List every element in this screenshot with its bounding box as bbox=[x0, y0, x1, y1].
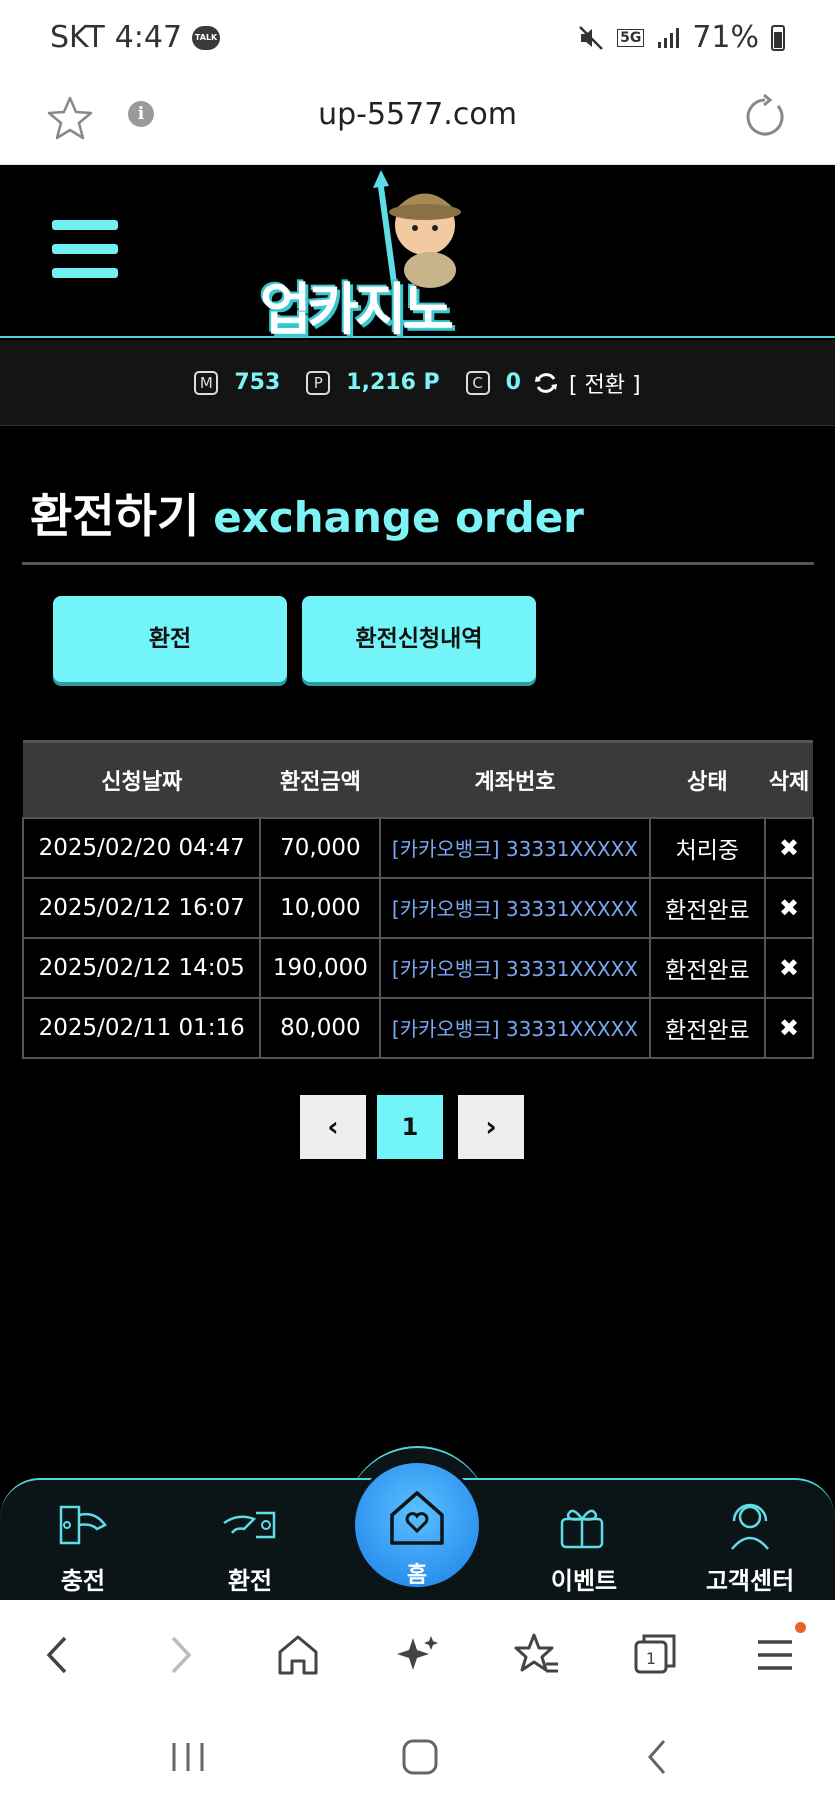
row-account: [카카오뱅크] 33331XXXXX bbox=[379, 936, 651, 999]
point-value: 1,216 P bbox=[346, 370, 440, 395]
url-text[interactable]: up-5577.com bbox=[0, 97, 835, 132]
header-delete: 삭제 bbox=[765, 740, 813, 818]
row-date: 2025/02/12 14:05 bbox=[21, 936, 262, 999]
nav-exchange[interactable]: 환전 bbox=[190, 1495, 310, 1596]
back-icon[interactable] bbox=[33, 1630, 83, 1680]
delete-icon[interactable]: ✖ bbox=[764, 876, 814, 939]
site-header: 업카지노 bbox=[0, 165, 835, 343]
exchange-button[interactable]: 환전 bbox=[53, 596, 287, 682]
menu-icon[interactable] bbox=[52, 220, 120, 278]
battery-icon bbox=[771, 24, 785, 51]
header-account: 계좌번호 bbox=[380, 740, 650, 818]
points-bar: M 753 P 1,216 P C 0 [ 전환 ] bbox=[0, 340, 835, 426]
page-title-korean: 환전하기 bbox=[30, 489, 200, 543]
delete-icon[interactable]: ✖ bbox=[764, 936, 814, 999]
menu-lines-icon[interactable] bbox=[750, 1630, 800, 1680]
nav-home-button[interactable]: 홈 bbox=[352, 1460, 482, 1590]
carrier-label: SKT bbox=[50, 20, 105, 55]
bookmarks-icon[interactable] bbox=[512, 1630, 562, 1680]
table-row: 2025/02/12 16:07 10,000 [카카오뱅크] 33331XXX… bbox=[21, 876, 814, 939]
reload-icon[interactable] bbox=[740, 92, 790, 142]
next-page-button[interactable]: › bbox=[458, 1095, 524, 1159]
status-bar: SKT 4:47 TALK 5G 71% bbox=[0, 0, 835, 75]
clock: 4:47 bbox=[114, 20, 183, 55]
prev-page-button[interactable]: ‹ bbox=[300, 1095, 366, 1159]
row-amount: 190,000 bbox=[259, 936, 382, 999]
row-account: [카카오뱅크] 33331XXXXX bbox=[379, 816, 651, 879]
nav-exchange-label: 환전 bbox=[227, 1567, 273, 1595]
page-1-button[interactable]: 1 bbox=[377, 1095, 443, 1159]
home-heart-icon bbox=[390, 1491, 444, 1545]
row-amount: 10,000 bbox=[259, 876, 382, 939]
header-amount: 환전금액 bbox=[260, 740, 381, 818]
battery-percent: 71% bbox=[692, 20, 759, 55]
nav-deposit-label: 충전 bbox=[60, 1567, 106, 1595]
deposit-icon bbox=[59, 1505, 107, 1545]
row-status: 환전완료 bbox=[648, 936, 767, 999]
support-headset-icon bbox=[731, 1503, 769, 1550]
exchange-history-table: 신청날짜 환전금액 계좌번호 상태 삭제 2025/02/20 04:47 70… bbox=[21, 740, 814, 1059]
title-divider bbox=[22, 562, 814, 565]
row-date: 2025/02/12 16:07 bbox=[21, 876, 262, 939]
svg-text:1: 1 bbox=[646, 1649, 656, 1668]
row-date: 2025/02/20 04:47 bbox=[21, 816, 262, 879]
notification-dot bbox=[795, 1622, 806, 1633]
nav-event[interactable]: 이벤트 bbox=[524, 1495, 644, 1596]
signal-icon bbox=[658, 27, 680, 48]
browser-url-bar: i up-5577.com bbox=[0, 75, 835, 165]
gift-icon bbox=[560, 1509, 604, 1549]
header-date: 신청날짜 bbox=[23, 740, 261, 818]
home-icon[interactable] bbox=[273, 1630, 323, 1680]
android-back-icon[interactable] bbox=[636, 1735, 680, 1779]
page-title-english: exchange order bbox=[213, 493, 584, 542]
mute-icon bbox=[579, 25, 603, 50]
money-icon: M bbox=[194, 370, 219, 395]
nav-support[interactable]: 고객센터 bbox=[690, 1495, 810, 1596]
nav-event-label: 이벤트 bbox=[550, 1567, 618, 1595]
android-home-icon[interactable] bbox=[398, 1735, 442, 1779]
casino-icon: C bbox=[465, 370, 490, 395]
exchange-history-button[interactable]: 환전신청내역 bbox=[302, 596, 536, 682]
nav-deposit[interactable]: 충전 bbox=[23, 1495, 143, 1596]
exchange-icon bbox=[223, 1511, 276, 1539]
row-amount: 80,000 bbox=[259, 996, 382, 1059]
delete-icon[interactable]: ✖ bbox=[764, 996, 814, 1059]
refresh-icon[interactable] bbox=[533, 370, 559, 396]
table-header-row: 신청날짜 환전금액 계좌번호 상태 삭제 bbox=[23, 740, 813, 818]
logo-text: 업카지노 bbox=[260, 278, 454, 343]
status-right: 5G 71% bbox=[577, 20, 785, 55]
network-icon: 5G bbox=[617, 28, 645, 47]
nav-home-label: 홈 bbox=[406, 1563, 428, 1588]
tabs-icon[interactable]: 1 bbox=[630, 1630, 680, 1680]
delete-icon[interactable]: ✖ bbox=[764, 816, 814, 879]
table-row: 2025/02/12 14:05 190,000 [카카오뱅크] 33331XX… bbox=[21, 936, 814, 999]
money-value: 753 bbox=[234, 370, 281, 395]
nav-support-label: 고객센터 bbox=[705, 1567, 795, 1595]
row-status: 처리중 bbox=[648, 816, 767, 879]
page-title: 환전하기 exchange order bbox=[30, 480, 584, 546]
table-row: 2025/02/11 01:16 80,000 [카카오뱅크] 33331XXX… bbox=[21, 996, 814, 1059]
row-status: 환전완료 bbox=[648, 996, 767, 1059]
row-status: 환전완료 bbox=[648, 876, 767, 939]
ai-sparkle-icon[interactable] bbox=[393, 1630, 443, 1680]
row-account: [카카오뱅크] 33331XXXXX bbox=[379, 876, 651, 939]
site-logo[interactable]: 업카지노 bbox=[260, 170, 555, 343]
convert-button[interactable]: [ 전환 ] bbox=[569, 367, 641, 399]
status-left: SKT 4:47 TALK bbox=[50, 20, 221, 55]
row-date: 2025/02/11 01:16 bbox=[21, 996, 262, 1059]
point-icon: P bbox=[306, 370, 331, 395]
recent-apps-icon[interactable] bbox=[166, 1735, 210, 1779]
android-nav-bar bbox=[0, 1705, 835, 1809]
row-account: [카카오뱅크] 33331XXXXX bbox=[379, 996, 651, 1059]
browser-toolbar: 1 bbox=[0, 1600, 835, 1705]
table-row: 2025/02/20 04:47 70,000 [카카오뱅크] 33331XXX… bbox=[21, 816, 814, 879]
row-amount: 70,000 bbox=[259, 816, 382, 879]
header-status: 상태 bbox=[649, 740, 766, 818]
forward-icon[interactable] bbox=[155, 1630, 205, 1680]
talk-icon: TALK bbox=[192, 25, 221, 50]
casino-value: 0 bbox=[505, 370, 521, 395]
